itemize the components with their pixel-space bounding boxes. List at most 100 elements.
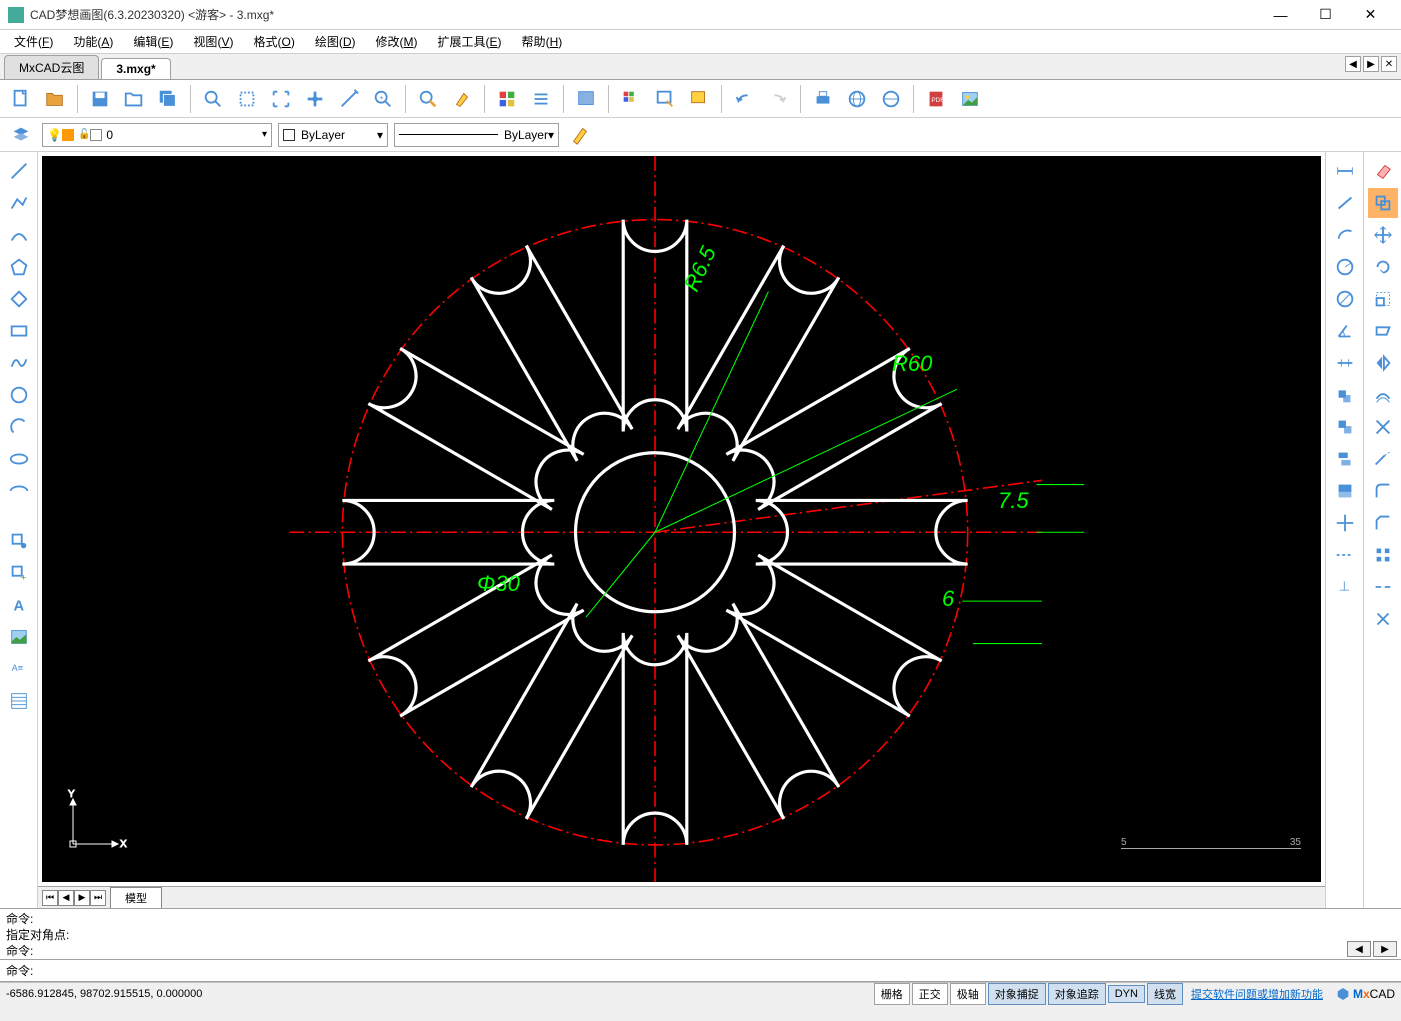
dim-linear-icon[interactable]	[1330, 156, 1360, 186]
image-insert-icon[interactable]	[4, 622, 34, 652]
fullscreen-icon[interactable]	[266, 84, 296, 114]
dim-baseline-icon[interactable]	[1330, 380, 1360, 410]
pdf-icon[interactable]: PDF	[921, 84, 951, 114]
menu-file[interactable]: 文件(F)	[4, 31, 63, 52]
dim-arc-icon[interactable]	[1330, 220, 1360, 250]
status-ortho[interactable]: 正交	[912, 983, 948, 1005]
menu-ext[interactable]: 扩展工具(E)	[428, 31, 512, 52]
minimize-button[interactable]: —	[1258, 0, 1303, 30]
menu-view[interactable]: 视图(V)	[183, 31, 243, 52]
new-file-icon[interactable]	[6, 84, 36, 114]
polygon-icon[interactable]	[4, 252, 34, 282]
spline-icon[interactable]	[4, 348, 34, 378]
status-lweight[interactable]: 线宽	[1147, 983, 1183, 1005]
block-create-icon[interactable]: +	[4, 558, 34, 588]
hatch-icon[interactable]	[4, 686, 34, 716]
redo-icon[interactable]	[763, 84, 793, 114]
circle-icon[interactable]	[4, 380, 34, 410]
dim-radius-icon[interactable]	[1330, 252, 1360, 282]
select-window-icon[interactable]	[571, 84, 601, 114]
rectangle-icon[interactable]	[4, 316, 34, 346]
pencil-icon[interactable]	[565, 120, 595, 150]
command-input[interactable]	[37, 964, 1395, 978]
model-prev-button[interactable]: ◀	[58, 890, 74, 906]
dim-over-icon[interactable]	[1330, 476, 1360, 506]
find-icon[interactable]	[413, 84, 443, 114]
arc2-icon[interactable]	[4, 412, 34, 442]
pentagon-icon[interactable]	[4, 284, 34, 314]
tab-prev-button[interactable]: ◀	[1345, 56, 1361, 72]
dim-angular-icon[interactable]	[1330, 316, 1360, 346]
zoom-extents-icon[interactable]	[232, 84, 262, 114]
regen-icon[interactable]: +	[368, 84, 398, 114]
status-otrack[interactable]: 对象追踪	[1048, 983, 1106, 1005]
ellipse-arc-icon[interactable]	[4, 476, 34, 506]
feedback-link[interactable]: 提交软件问题或增加新功能	[1191, 986, 1323, 1002]
grid-color-icon[interactable]	[616, 84, 646, 114]
maximize-button[interactable]: ☐	[1303, 0, 1348, 30]
break-icon[interactable]	[1368, 572, 1398, 602]
status-dyn[interactable]: DYN	[1108, 985, 1145, 1003]
menu-help[interactable]: 帮助(H)	[512, 31, 573, 52]
model-tab[interactable]: 模型	[110, 887, 162, 909]
dim-stack-icon[interactable]	[1330, 444, 1360, 474]
folder-icon[interactable]	[119, 84, 149, 114]
image-icon[interactable]	[955, 84, 985, 114]
copy-icon[interactable]	[1368, 188, 1398, 218]
cmd-scroll-right[interactable]: ▶	[1373, 941, 1397, 957]
layer-switch-icon[interactable]	[650, 84, 680, 114]
offset-icon[interactable]	[1368, 380, 1398, 410]
arc-icon[interactable]	[4, 220, 34, 250]
explode-icon[interactable]	[1368, 604, 1398, 634]
move-icon[interactable]	[1368, 220, 1398, 250]
menu-format[interactable]: 格式(O)	[243, 31, 304, 52]
chamfer-icon[interactable]	[1368, 508, 1398, 538]
measure-icon[interactable]	[334, 84, 364, 114]
undo-icon[interactable]	[729, 84, 759, 114]
save-icon[interactable]	[85, 84, 115, 114]
menu-function[interactable]: 功能(A)	[63, 31, 123, 52]
tolerance-icon[interactable]	[1330, 508, 1360, 538]
properties-icon[interactable]	[492, 84, 522, 114]
erase-icon[interactable]	[1368, 156, 1398, 186]
scale-icon[interactable]	[1368, 284, 1398, 314]
menu-draw[interactable]: 绘图(D)	[305, 31, 366, 52]
dim-ord-icon[interactable]	[1330, 412, 1360, 442]
status-osnap[interactable]: 对象捕捉	[988, 983, 1046, 1005]
fillet-icon[interactable]	[1368, 476, 1398, 506]
mirror-icon[interactable]	[1368, 348, 1398, 378]
line-icon[interactable]	[4, 156, 34, 186]
pan-icon[interactable]	[300, 84, 330, 114]
menu-edit[interactable]: 编辑(E)	[123, 31, 183, 52]
menu-modify[interactable]: 修改(M)	[366, 31, 428, 52]
extend-icon[interactable]	[1368, 444, 1398, 474]
dim-diameter-icon[interactable]	[1330, 284, 1360, 314]
tab-close-button[interactable]: ✕	[1381, 56, 1397, 72]
model-last-button[interactable]: ⏭	[90, 890, 106, 906]
linetype-dropdown[interactable]: ByLayer ▾	[394, 123, 559, 147]
close-button[interactable]: ✕	[1348, 0, 1393, 30]
layer-state-icon[interactable]	[684, 84, 714, 114]
status-grid[interactable]: 栅格	[874, 983, 910, 1005]
layer-dropdown[interactable]: 💡 🔓 0 ▾	[42, 123, 272, 147]
mtext-icon[interactable]: A≡	[4, 654, 34, 684]
color-dropdown[interactable]: ByLayer ▾	[278, 123, 388, 147]
rotate-icon[interactable]	[1368, 252, 1398, 282]
drawing-canvas[interactable]: R6.5 R60 Φ30 7.5 6 XY 535	[42, 156, 1321, 882]
cmd-scroll-left[interactable]: ◀	[1347, 941, 1371, 957]
zoom-window-icon[interactable]	[198, 84, 228, 114]
block-insert-icon[interactable]	[4, 526, 34, 556]
model-first-button[interactable]: ⏮	[42, 890, 58, 906]
status-polar[interactable]: 极轴	[950, 983, 986, 1005]
polyline-icon[interactable]	[4, 188, 34, 218]
highlight-icon[interactable]	[447, 84, 477, 114]
dim-continue-icon[interactable]	[1330, 348, 1360, 378]
list-icon[interactable]	[526, 84, 556, 114]
leader-icon[interactable]	[1330, 540, 1360, 570]
trim-icon[interactable]	[1368, 412, 1398, 442]
model-next-button[interactable]: ▶	[74, 890, 90, 906]
layers-icon[interactable]	[6, 120, 36, 150]
tab-active-doc[interactable]: 3.mxg*	[101, 58, 170, 79]
tab-cloud[interactable]: MxCAD云图	[4, 55, 99, 79]
tab-next-button[interactable]: ▶	[1363, 56, 1379, 72]
